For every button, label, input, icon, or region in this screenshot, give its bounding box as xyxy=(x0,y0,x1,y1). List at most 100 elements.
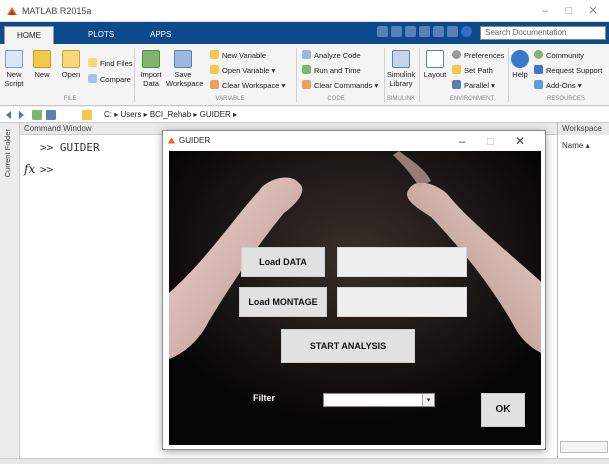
import-data-button[interactable]: Import Data xyxy=(138,50,164,88)
name-column-header[interactable]: Name ▴ xyxy=(562,141,590,150)
guider-figure-area: Load DATA Load MONTAGE START ANALYSIS Fi… xyxy=(169,151,541,445)
open-variable-icon xyxy=(210,65,219,74)
copy-icon[interactable] xyxy=(405,26,416,37)
folder-icon xyxy=(82,110,92,120)
preferences-button[interactable]: Preferences xyxy=(452,50,504,61)
clear-workspace-button[interactable]: Clear Workspace ▾ xyxy=(210,80,285,91)
request-support-icon xyxy=(534,65,543,74)
ribbon-divider xyxy=(419,48,420,102)
cut-icon[interactable] xyxy=(391,26,402,37)
tab-plots[interactable]: PLOTS xyxy=(76,26,126,44)
ribbon: New Script New Open Find Files Compare F… xyxy=(0,44,609,106)
new-script-icon xyxy=(5,50,23,68)
tab-home[interactable]: HOME xyxy=(4,26,54,44)
run-and-time-icon xyxy=(302,65,311,74)
new-button[interactable]: New xyxy=(30,50,54,79)
tab-apps[interactable]: APPS xyxy=(138,26,183,44)
group-variable-label: VARIABLE xyxy=(215,96,245,102)
import-icon xyxy=(142,50,160,68)
workspace-panel[interactable]: Name ▴ xyxy=(557,135,609,458)
browse-folder-icon[interactable] xyxy=(32,110,42,120)
clear-workspace-icon xyxy=(210,80,219,89)
run-and-time-button[interactable]: Run and Time xyxy=(302,65,361,76)
current-folder-address-bar: C: ▸ Users ▸ BCI_Rehab ▸ GUIDER ▸ xyxy=(0,107,609,123)
set-path-button[interactable]: Set Path xyxy=(452,65,493,76)
fx-icon[interactable]: fx xyxy=(24,162,35,176)
gear-icon xyxy=(452,50,461,59)
save-workspace-button[interactable]: Save Workspace xyxy=(166,50,203,88)
find-files-button[interactable]: Find Files xyxy=(88,58,133,69)
montage-path-field[interactable] xyxy=(337,287,467,317)
paste-icon[interactable] xyxy=(419,26,430,37)
guider-maximize-button[interactable]: □ xyxy=(487,134,494,148)
command-prompt[interactable]: >> xyxy=(40,163,53,176)
matlab-logo-icon xyxy=(7,7,17,15)
community-button[interactable]: Community xyxy=(534,50,584,61)
window-title: MATLAB R2015a xyxy=(22,6,92,16)
command-line: >> GUIDER xyxy=(40,141,100,154)
maximize-button[interactable]: □ xyxy=(561,4,577,18)
new-variable-icon xyxy=(210,50,219,59)
guider-minimize-button[interactable]: – xyxy=(459,134,466,148)
new-variable-button[interactable]: New Variable xyxy=(210,50,266,61)
load-data-button[interactable]: Load DATA xyxy=(241,247,325,277)
quick-access-toolbar xyxy=(377,26,477,40)
ribbon-divider xyxy=(384,48,385,102)
question-mark-icon xyxy=(511,50,529,68)
status-bar xyxy=(0,458,609,464)
toolstrip-tabs: HOME PLOTS APPS Search Documentation xyxy=(0,22,609,44)
analyze-code-button[interactable]: Analyze Code xyxy=(302,50,361,61)
open-button[interactable]: Open xyxy=(58,50,84,79)
new-plus-icon xyxy=(33,50,51,68)
simulink-library-button[interactable]: Simulink Library xyxy=(386,50,416,88)
clear-commands-icon xyxy=(302,80,311,89)
parallel-button[interactable]: Parallel ▾ xyxy=(452,80,495,91)
simulink-icon xyxy=(392,50,410,68)
ok-button[interactable]: OK xyxy=(481,393,525,427)
undo-icon[interactable] xyxy=(433,26,444,37)
group-code-label: CODE xyxy=(327,96,345,102)
request-support-button[interactable]: Request Support xyxy=(534,65,602,76)
close-button[interactable]: ✕ xyxy=(585,4,601,18)
filter-dropdown[interactable]: ▾ xyxy=(323,393,435,407)
ribbon-divider xyxy=(296,48,297,102)
breadcrumb[interactable]: C: ▸ Users ▸ BCI_Rehab ▸ GUIDER ▸ xyxy=(104,110,237,119)
find-files-icon xyxy=(88,58,97,67)
current-folder-strip[interactable]: Current Folder xyxy=(0,123,20,458)
ribbon-divider xyxy=(134,48,135,102)
layout-button[interactable]: Layout xyxy=(422,50,448,79)
help-icon[interactable] xyxy=(461,26,472,37)
group-file-label: FILE xyxy=(63,96,77,102)
load-montage-button[interactable]: Load MONTAGE xyxy=(239,287,327,317)
ribbon-divider xyxy=(508,48,509,102)
workspace-header: Workspace xyxy=(557,123,609,135)
title-bar: MATLAB R2015a – □ ✕ xyxy=(0,0,609,22)
compare-button[interactable]: Compare xyxy=(88,74,131,85)
clear-commands-button[interactable]: Clear Commands ▾ xyxy=(302,80,378,91)
data-path-field[interactable] xyxy=(337,247,467,277)
up-folder-icon[interactable] xyxy=(46,110,56,120)
save-icon[interactable] xyxy=(377,26,388,37)
guider-close-button[interactable]: ✕ xyxy=(515,134,525,148)
open-variable-button[interactable]: Open Variable ▾ xyxy=(210,65,275,76)
start-analysis-button[interactable]: START ANALYSIS xyxy=(281,329,415,363)
back-icon[interactable] xyxy=(4,110,14,120)
matlab-logo-icon xyxy=(167,137,176,144)
help-button[interactable]: Help xyxy=(510,50,530,79)
forward-icon[interactable] xyxy=(16,110,26,120)
search-documentation-input[interactable]: Search Documentation xyxy=(480,26,606,40)
current-folder-label: Current Folder xyxy=(3,129,12,178)
folder-icon xyxy=(62,50,80,68)
new-script-button[interactable]: New Script xyxy=(2,50,26,88)
community-icon xyxy=(534,50,543,59)
horizontal-scrollbar[interactable] xyxy=(560,441,608,453)
compare-icon xyxy=(88,74,97,83)
set-path-icon xyxy=(452,65,461,74)
add-ons-button[interactable]: Add-Ons ▾ xyxy=(534,80,581,91)
minimize-button[interactable]: – xyxy=(537,4,553,18)
guider-title-bar: GUIDER – □ ✕ xyxy=(163,131,545,151)
guider-window: GUIDER – □ ✕ Load DATA Load MONTAGE STAR… xyxy=(162,130,546,450)
chevron-down-icon[interactable]: ▾ xyxy=(422,394,434,406)
parallel-icon xyxy=(452,80,461,89)
redo-icon[interactable] xyxy=(447,26,458,37)
